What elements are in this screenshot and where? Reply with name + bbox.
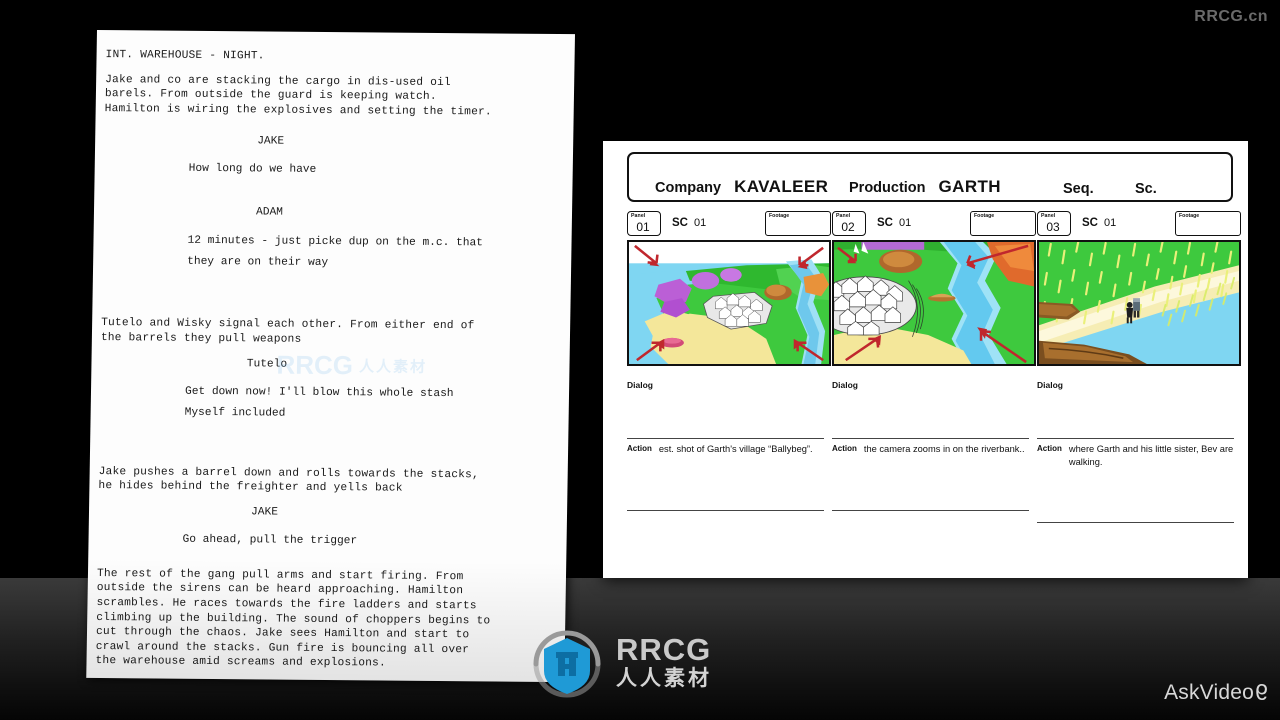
panel-number-box[interactable]: Panel 02 bbox=[832, 210, 866, 236]
panel-number-value: 02 bbox=[841, 219, 855, 234]
header-field-sc: Sc. bbox=[1135, 181, 1170, 197]
screen-root: INT. WAREHOUSE - NIGHT. Jake and co are … bbox=[0, 0, 1280, 720]
watermark-askvideo: AskVideo 9 bbox=[1164, 679, 1268, 706]
action-row: Action est. shot of Garth's village “Bal… bbox=[627, 443, 831, 456]
storyboard-page: Company KAVALEER Production GARTH Seq. S… bbox=[603, 141, 1248, 578]
panel-caption: Panel bbox=[836, 212, 851, 219]
seq-label: Seq. bbox=[1063, 181, 1094, 197]
footage-caption: Footage bbox=[974, 212, 995, 219]
action-label: Action bbox=[627, 444, 652, 453]
script-page-wrapper: INT. WAREHOUSE - NIGHT. Jake and co are … bbox=[86, 30, 575, 683]
script-action-1: Jake and co are stacking the cargo in di… bbox=[104, 73, 492, 119]
dialog-entry-area[interactable] bbox=[1037, 392, 1241, 438]
divider bbox=[832, 438, 1029, 439]
scene-caption: SC bbox=[672, 217, 688, 229]
dialog-entry-area[interactable] bbox=[832, 392, 1036, 438]
footage-caption: Footage bbox=[769, 212, 790, 219]
footage-box[interactable]: Footage bbox=[970, 210, 1036, 236]
village-river-zoom-in-illustration bbox=[834, 242, 1034, 364]
scene-number-value[interactable]: 01 bbox=[899, 217, 911, 229]
panel-number-box[interactable]: Panel 03 bbox=[1037, 210, 1071, 236]
action-entry-area[interactable] bbox=[627, 456, 831, 504]
rrcg-shield-icon bbox=[533, 630, 601, 698]
storyboard-panel-02: Panel 02 SC 01 Footage Dialog Action the… bbox=[832, 209, 1036, 523]
divider bbox=[627, 438, 824, 439]
scene-number-value[interactable]: 01 bbox=[694, 217, 706, 229]
divider bbox=[832, 509, 1029, 511]
action-entry-area[interactable] bbox=[832, 456, 1036, 504]
storyboard-panel-03: Panel 03 SC 01 Footage Dialog Action whe… bbox=[1037, 209, 1241, 524]
panel-thumbnail-aerial-village[interactable] bbox=[627, 240, 831, 366]
action-row: Action where Garth and his little sister… bbox=[1037, 443, 1241, 468]
askvideo-mark-icon: 9 bbox=[1255, 679, 1268, 705]
script-action-2: Tutelo and Wisky signal each other. From… bbox=[100, 317, 475, 346]
header-field-seq: Seq. bbox=[1063, 181, 1107, 197]
storyboard-panels-row: Panel 01 SC 01 Footage Dialog Action est… bbox=[627, 209, 1241, 524]
action-row: Action the camera zooms in on the riverb… bbox=[832, 443, 1036, 456]
riverbank-characters-walking-illustration bbox=[1039, 242, 1239, 364]
sc-label: Sc. bbox=[1135, 181, 1157, 197]
action-entry-area[interactable] bbox=[1037, 468, 1241, 516]
production-label: Production bbox=[849, 180, 926, 196]
action-text[interactable]: the camera zooms in on the riverbank.. bbox=[864, 443, 1025, 456]
panel-number-box[interactable]: Panel 01 bbox=[627, 210, 661, 236]
script-page: INT. WAREHOUSE - NIGHT. Jake and co are … bbox=[86, 30, 575, 683]
panel-thumbnail-village-river-zoom[interactable] bbox=[832, 240, 1036, 366]
scene-caption: SC bbox=[877, 217, 893, 229]
script-action-4: The rest of the gang pull arms and start… bbox=[95, 567, 491, 670]
action-label: Action bbox=[832, 444, 857, 453]
dialog-label: Dialog bbox=[1037, 380, 1063, 390]
script-page-reflection: cut through the chaos. Jake sees Hamilto… bbox=[91, 672, 562, 720]
footage-caption: Footage bbox=[1179, 212, 1200, 219]
header-field-company: Company KAVALEER bbox=[655, 177, 828, 197]
askvideo-label: AskVideo bbox=[1164, 680, 1254, 704]
scene-caption: SC bbox=[1082, 217, 1098, 229]
storyboard-panel-01: Panel 01 SC 01 Footage Dialog Action est… bbox=[627, 209, 831, 523]
script-action-3: Jake pushes a barrel down and rolls towa… bbox=[98, 465, 480, 495]
storyboard-header: Company KAVALEER Production GARTH Seq. S… bbox=[627, 152, 1233, 202]
watermark-rrcg-center: RRCG 人人素材 bbox=[528, 622, 712, 700]
watermark-rrcg-top-right: RRCG.cn bbox=[1194, 8, 1268, 25]
header-field-production: Production GARTH bbox=[849, 177, 1001, 197]
watermark-brand-text: RRCG bbox=[616, 631, 712, 667]
company-value[interactable]: KAVALEER bbox=[734, 177, 828, 197]
footage-box[interactable]: Footage bbox=[765, 210, 831, 236]
dialog-label: Dialog bbox=[832, 380, 858, 390]
panel-caption: Panel bbox=[631, 212, 646, 219]
dialog-entry-area[interactable] bbox=[627, 392, 831, 438]
action-label: Action bbox=[1037, 444, 1062, 453]
panel-number-value: 03 bbox=[1046, 219, 1060, 234]
panel-thumbnail-riverbank-walk[interactable] bbox=[1037, 240, 1241, 366]
panel-caption: Panel bbox=[1041, 212, 1056, 219]
panel-meta-row: Panel 03 SC 01 Footage bbox=[1037, 209, 1241, 237]
watermark-brand-cn-text: 人人素材 bbox=[616, 666, 712, 690]
action-text[interactable]: est. shot of Garth's village “Ballybeg”. bbox=[659, 443, 813, 456]
footage-box[interactable]: Footage bbox=[1175, 210, 1241, 236]
dialog-label: Dialog bbox=[627, 380, 653, 390]
divider bbox=[1037, 438, 1234, 439]
divider bbox=[1037, 522, 1234, 524]
company-label: Company bbox=[655, 180, 722, 196]
panel-number-value: 01 bbox=[636, 219, 650, 234]
production-value[interactable]: GARTH bbox=[939, 177, 1001, 197]
panel-meta-row: Panel 02 SC 01 Footage bbox=[832, 209, 1036, 237]
aerial-village-establishing-shot-illustration bbox=[629, 242, 829, 364]
divider bbox=[627, 509, 824, 511]
rrcg-logo-icon bbox=[528, 622, 606, 700]
action-text[interactable]: where Garth and his little sister, Bev a… bbox=[1069, 443, 1241, 468]
panel-meta-row: Panel 01 SC 01 Footage bbox=[627, 209, 831, 237]
scene-number-value[interactable]: 01 bbox=[1104, 217, 1116, 229]
